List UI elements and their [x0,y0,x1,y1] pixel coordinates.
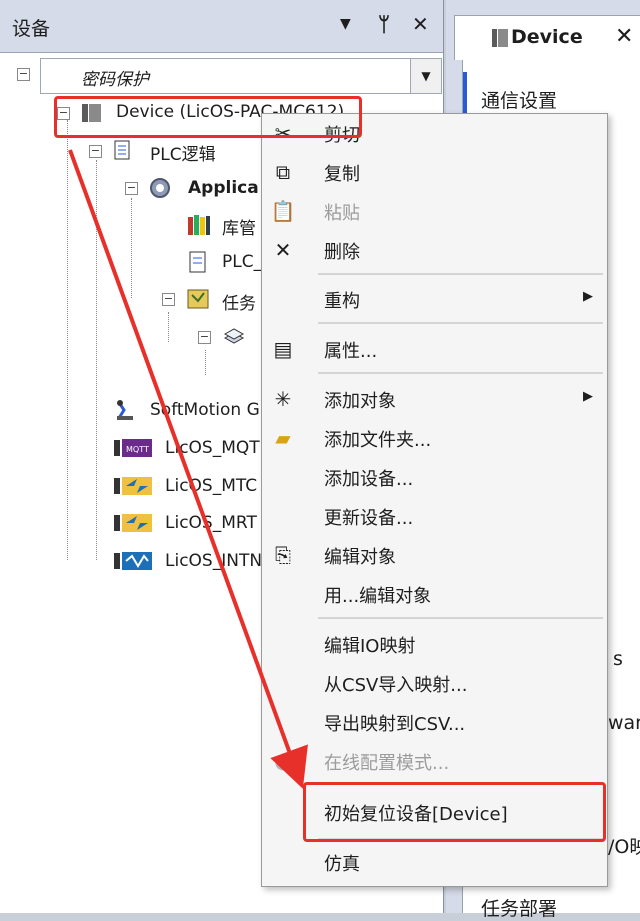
annotation-arrow [68,149,308,789]
